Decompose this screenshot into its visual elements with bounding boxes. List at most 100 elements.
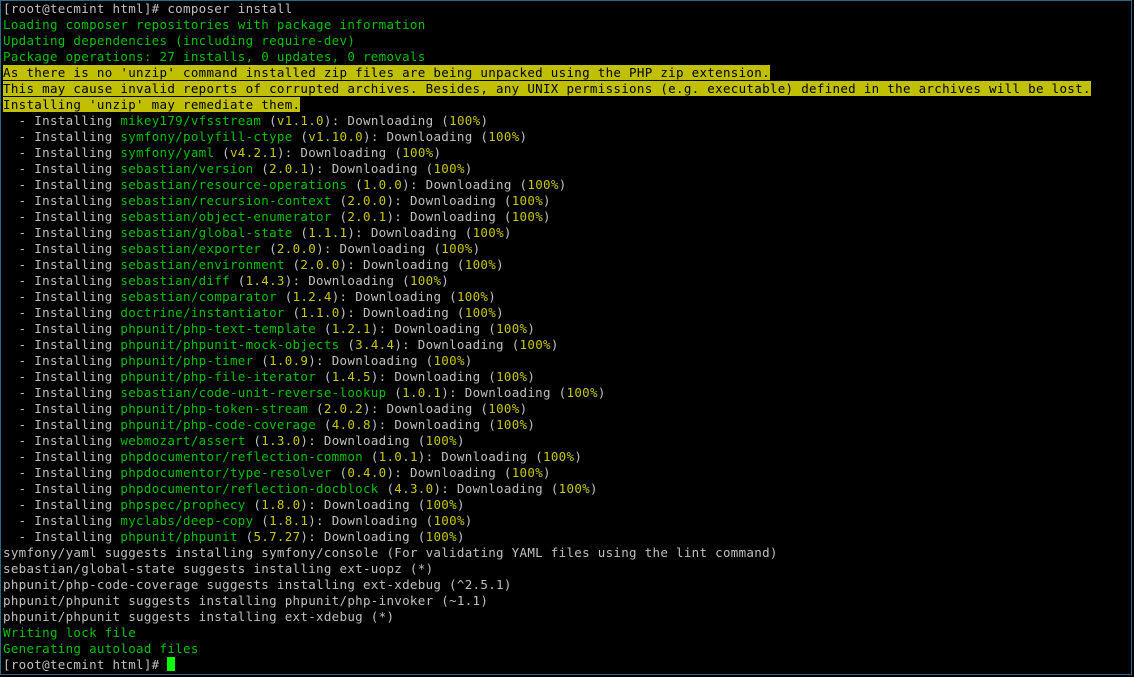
- download-percent: 100%: [558, 481, 590, 496]
- package-version: 1.2.1: [331, 321, 371, 336]
- writing-lock-message: Writing lock file: [3, 625, 137, 640]
- package-name: phpunit/php-file-iterator: [120, 369, 317, 384]
- percent-close-paren: ): [589, 481, 598, 496]
- terminal-cursor[interactable]: [167, 657, 176, 671]
- version-close-paren: ):: [308, 353, 332, 368]
- package-version: 1.1.1: [308, 225, 348, 240]
- final-prompt-line[interactable]: [root@tecmint html]#: [3, 657, 1131, 673]
- download-percent: 100%: [543, 449, 575, 464]
- package-name: phpdocumentor/type-resolver: [120, 465, 332, 480]
- download-percent: 100%: [425, 433, 457, 448]
- install-prefix: - Installing: [3, 449, 121, 464]
- download-status: Downloading: [363, 257, 450, 272]
- percent-close-paren: ): [472, 241, 481, 256]
- install-prefix: - Installing: [3, 305, 121, 320]
- install-row: - Installing sebastian/exporter (2.0.0):…: [3, 241, 1131, 257]
- version-open-paren: (: [363, 449, 379, 464]
- version-close-paren: ):: [402, 177, 426, 192]
- version-open-paren: (: [378, 481, 395, 496]
- download-status: Downloading: [425, 177, 512, 192]
- package-name: myclabs/deep-copy: [120, 513, 254, 528]
- download-percent: 100%: [433, 353, 465, 368]
- install-prefix: - Installing: [3, 129, 121, 144]
- version-close-paren: ):: [363, 129, 387, 144]
- percent-open-paren: (: [449, 305, 465, 320]
- install-row: - Installing sebastian/recursion-context…: [3, 193, 1131, 209]
- download-percent: 100%: [496, 369, 528, 384]
- package-version: 2.0.1: [347, 209, 387, 224]
- percent-close-paren: ): [433, 145, 442, 160]
- version-close-paren: ):: [284, 273, 309, 288]
- percent-close-paren: ): [480, 113, 489, 128]
- install-prefix: - Installing: [3, 385, 121, 400]
- percent-open-paren: (: [441, 289, 457, 304]
- download-status: Downloading: [331, 161, 418, 176]
- percent-open-paren: (: [425, 241, 442, 256]
- percent-open-paren: (: [503, 337, 520, 352]
- version-close-paren: ):: [331, 289, 356, 304]
- version-close-paren: ):: [433, 481, 457, 496]
- suggestion-line: sebastian/global-state suggests installi…: [3, 561, 434, 576]
- download-status: Downloading: [394, 417, 481, 432]
- install-prefix: - Installing: [3, 289, 121, 304]
- download-percent: 100%: [433, 161, 465, 176]
- version-close-paren: ):: [386, 209, 410, 224]
- download-status: Downloading: [394, 369, 481, 384]
- install-prefix: - Installing: [3, 209, 121, 224]
- percent-close-paren: ): [496, 305, 504, 320]
- percent-open-paren: (: [417, 161, 434, 176]
- package-name: sebastian/comparator: [120, 289, 277, 304]
- percent-open-paren: (: [394, 273, 410, 288]
- download-percent: 100%: [409, 273, 442, 288]
- install-prefix: - Installing: [3, 161, 121, 176]
- warning-text: This may cause invalid reports of corrup…: [3, 81, 1091, 96]
- percent-close-paren: ): [543, 465, 551, 480]
- package-version: 4.3.0: [394, 481, 434, 496]
- download-percent: 100%: [425, 497, 457, 512]
- version-open-paren: (: [253, 513, 270, 528]
- package-name: sebastian/exporter: [120, 241, 262, 256]
- download-percent: 100%: [464, 305, 497, 320]
- download-status: Downloading: [347, 113, 434, 128]
- install-row: - Installing phpdocumentor/type-resolver…: [3, 465, 1131, 481]
- install-row: - Installing phpunit/php-timer (1.0.9): …: [3, 353, 1131, 369]
- terminal-window[interactable]: [root@tecmint html]# composer install Lo…: [0, 0, 1132, 675]
- version-open-paren: (: [284, 305, 301, 320]
- package-name: phpunit/php-text-template: [120, 321, 317, 336]
- version-close-paren: ):: [386, 193, 410, 208]
- download-percent: 100%: [472, 225, 504, 240]
- download-percent: 100%: [441, 241, 473, 256]
- unzip-warning-line-1: As there is no 'unzip' command installed…: [3, 65, 1131, 81]
- install-row: - Installing sebastian/code-unit-reverse…: [3, 385, 1131, 401]
- download-status: Downloading: [456, 481, 544, 496]
- package-version: 2.0.0: [300, 257, 340, 272]
- download-percent: 100%: [496, 417, 528, 432]
- package-name: doctrine/instantiator: [120, 305, 285, 320]
- package-version: 5.7.27: [253, 529, 301, 544]
- version-open-paren: (: [261, 113, 277, 128]
- percent-open-paren: (: [496, 193, 512, 208]
- version-open-paren: (: [316, 369, 332, 384]
- version-open-paren: (: [331, 465, 348, 480]
- percent-close-paren: ): [456, 529, 465, 544]
- download-percent: 100%: [425, 529, 457, 544]
- percent-open-paren: (: [409, 433, 426, 448]
- percent-close-paren: ): [464, 353, 473, 368]
- version-open-paren: (: [308, 401, 324, 416]
- version-close-paren: ):: [363, 401, 387, 416]
- version-close-paren: ):: [300, 433, 324, 448]
- install-prefix: - Installing: [3, 241, 121, 256]
- percent-close-paren: ): [503, 225, 512, 240]
- percent-open-paren: (: [496, 465, 512, 480]
- download-status: Downloading: [409, 465, 497, 480]
- version-close-paren: ):: [394, 337, 418, 352]
- version-close-paren: ):: [347, 225, 371, 240]
- percent-open-paren: (: [449, 257, 465, 272]
- package-name: phpdocumentor/reflection-common: [120, 449, 363, 464]
- download-status: Downloading: [363, 305, 450, 320]
- operations-message: Package operations: 27 installs, 0 updat…: [3, 49, 426, 64]
- download-status: Downloading: [370, 225, 457, 240]
- package-name: symfony/yaml: [120, 145, 215, 160]
- install-prefix: - Installing: [3, 369, 121, 384]
- version-close-paren: ):: [386, 465, 410, 480]
